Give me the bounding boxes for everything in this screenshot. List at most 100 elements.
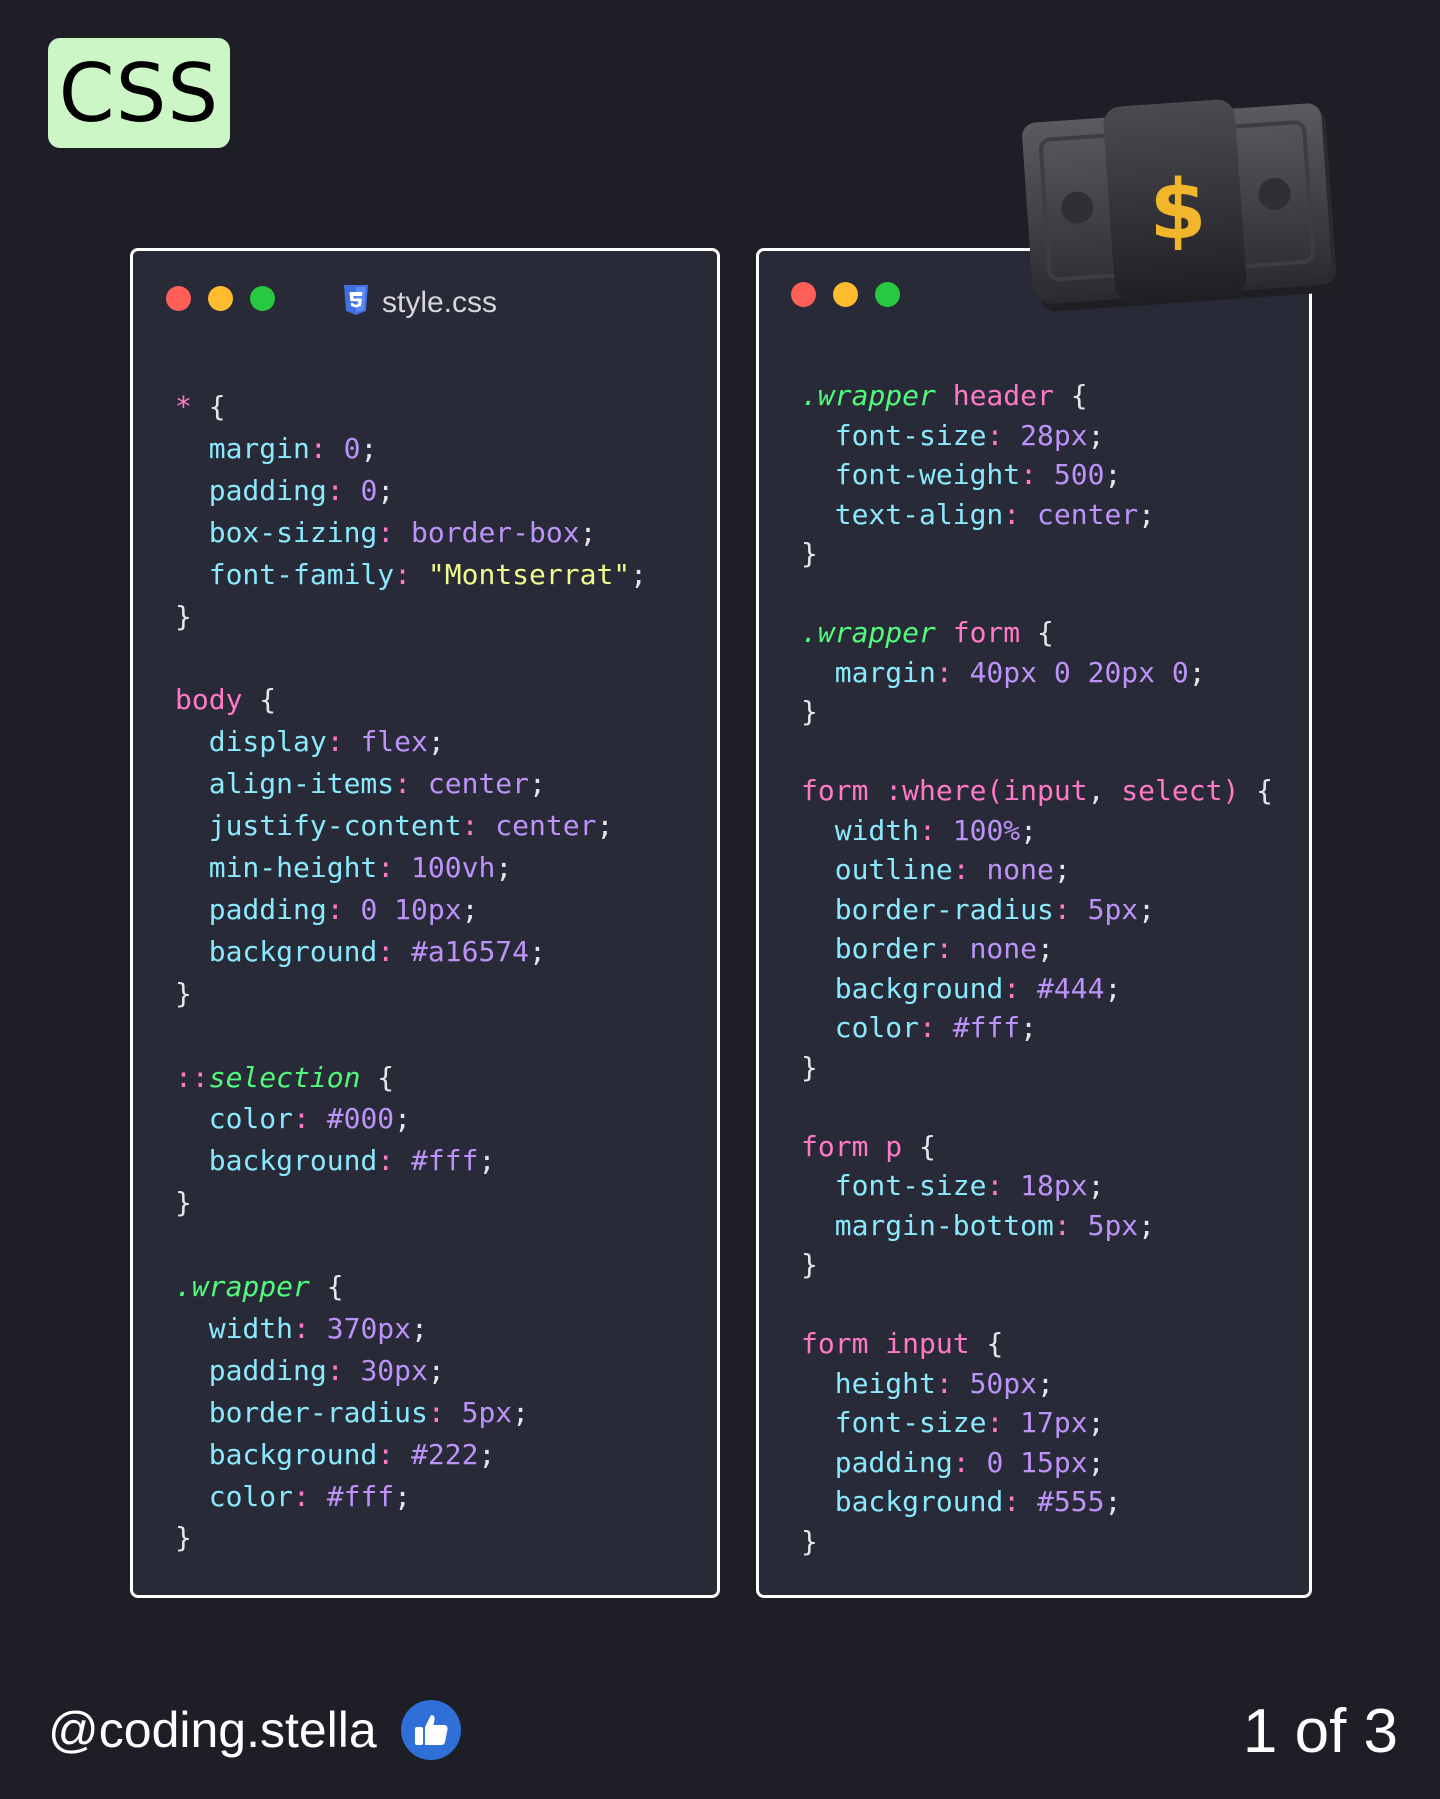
file-tab[interactable]: style.css xyxy=(343,285,497,320)
code-line: background: #555; xyxy=(801,1482,1273,1522)
code-token: : xyxy=(293,1479,327,1513)
code-token: : xyxy=(326,1353,361,1387)
css-badge-label: CSS xyxy=(58,46,220,140)
handle-text[interactable]: @coding.stella xyxy=(48,1701,377,1759)
code-line: margin-bottom: 5px; xyxy=(801,1206,1273,1246)
code-token: ; xyxy=(630,557,648,591)
code-token: center xyxy=(1037,497,1139,531)
window-controls xyxy=(166,286,275,311)
code-token: ; xyxy=(360,431,378,465)
code-token: { xyxy=(208,390,226,423)
code-window-left: style.css * { margin: 0; padding: 0; box… xyxy=(130,248,720,1598)
code-token: } xyxy=(801,1248,818,1281)
maximize-dot[interactable] xyxy=(250,286,275,311)
code-token: 30px xyxy=(360,1353,428,1387)
minimize-dot[interactable] xyxy=(833,282,858,307)
code-token: } xyxy=(801,1050,818,1084)
code-token: font-family xyxy=(175,557,395,591)
close-dot[interactable] xyxy=(791,282,816,307)
author-handle: @coding.stella xyxy=(48,1700,461,1760)
code-line: .wrapper form { xyxy=(801,613,1273,653)
code-token: background xyxy=(175,1437,378,1471)
code-line: border: none; xyxy=(801,929,1273,969)
code-token: .wrapper xyxy=(175,1270,310,1304)
code-token: ; xyxy=(1087,1406,1105,1439)
code-line: width: 370px; xyxy=(175,1308,647,1350)
code-token: : xyxy=(394,767,428,801)
code-token: center xyxy=(427,767,530,801)
code-token: , xyxy=(1087,774,1122,807)
code-token: } xyxy=(175,1521,192,1555)
code-token: ; xyxy=(512,1395,530,1429)
code-token: } xyxy=(801,1524,818,1558)
maximize-dot[interactable] xyxy=(875,282,900,307)
code-token: : xyxy=(377,1437,412,1471)
code-line: .wrapper { xyxy=(175,1266,647,1308)
code-token: { xyxy=(1037,616,1054,649)
code-line: body { xyxy=(175,679,647,721)
code-token: ; xyxy=(1037,1366,1054,1400)
code-line: form p { xyxy=(801,1127,1273,1167)
code-token: ; xyxy=(394,1479,412,1513)
code-token: align-items xyxy=(175,767,395,801)
code-token: body xyxy=(175,683,260,717)
code-token: ; xyxy=(427,1353,445,1387)
code-token: : xyxy=(1053,892,1088,926)
page-indicator: 1 of 3 xyxy=(1242,1697,1398,1766)
close-dot[interactable] xyxy=(166,286,191,311)
code-line: margin: 0; xyxy=(175,428,647,470)
code-token: : xyxy=(986,418,1021,452)
code-token: : xyxy=(986,1169,1021,1202)
code-line: form input { xyxy=(801,1324,1273,1364)
code-token: #555 xyxy=(1037,1485,1105,1518)
code-line: box-sizing: border-box; xyxy=(175,512,647,554)
code-line: * { xyxy=(175,386,647,428)
code-token: ; xyxy=(394,1102,412,1136)
code-line: color: #fff; xyxy=(175,1476,647,1518)
code-line: } xyxy=(801,534,1273,574)
code-token: ; xyxy=(478,1144,496,1178)
code-token: ; xyxy=(1138,892,1156,926)
code-line: padding: 0 15px; xyxy=(801,1443,1273,1483)
code-token: #fff xyxy=(952,1011,1021,1044)
code-line: padding: 0 10px; xyxy=(175,889,647,931)
code-token: :: xyxy=(175,1060,209,1094)
code-token: none xyxy=(986,853,1054,886)
code-token: : xyxy=(326,725,361,759)
file-tab-label: style.css xyxy=(382,285,498,319)
code-token: : xyxy=(326,473,361,507)
code-token: padding xyxy=(801,1445,953,1479)
code-token: none xyxy=(969,932,1038,965)
code-token: 5px xyxy=(1087,892,1139,926)
code-line: display: flex; xyxy=(175,721,647,763)
money-stack-icon: $ xyxy=(1018,96,1362,336)
code-token: ; xyxy=(1037,932,1054,965)
code-token: { xyxy=(1256,774,1274,807)
code-token: : xyxy=(427,1395,462,1429)
code-token: text-align xyxy=(801,497,1004,531)
code-block-left: * { margin: 0; padding: 0; box-sizing: b… xyxy=(175,386,647,1559)
thumbs-up-icon xyxy=(400,1700,461,1760)
minimize-dot[interactable] xyxy=(208,286,233,311)
code-line: } xyxy=(801,1048,1273,1088)
code-token: : xyxy=(461,809,496,843)
code-token: 0 15px xyxy=(986,1445,1088,1479)
code-line: text-align: center; xyxy=(801,495,1273,535)
code-token: padding xyxy=(175,1353,327,1387)
code-token: font-size xyxy=(801,1169,987,1202)
code-token: : xyxy=(1003,1485,1038,1518)
code-token: #fff xyxy=(326,1479,395,1513)
code-token: : xyxy=(1003,497,1038,531)
code-token: box-sizing xyxy=(175,515,378,549)
code-token: ; xyxy=(1104,1485,1122,1518)
code-token: "Montserrat" xyxy=(427,557,631,591)
code-token: } xyxy=(175,1186,192,1220)
code-token: : xyxy=(377,1144,412,1178)
code-line: color: #fff; xyxy=(801,1008,1273,1048)
code-token: min-height xyxy=(175,850,378,884)
code-token: 100% xyxy=(952,813,1021,847)
code-token: font-size xyxy=(801,418,987,452)
code-token: border-radius xyxy=(801,892,1054,926)
